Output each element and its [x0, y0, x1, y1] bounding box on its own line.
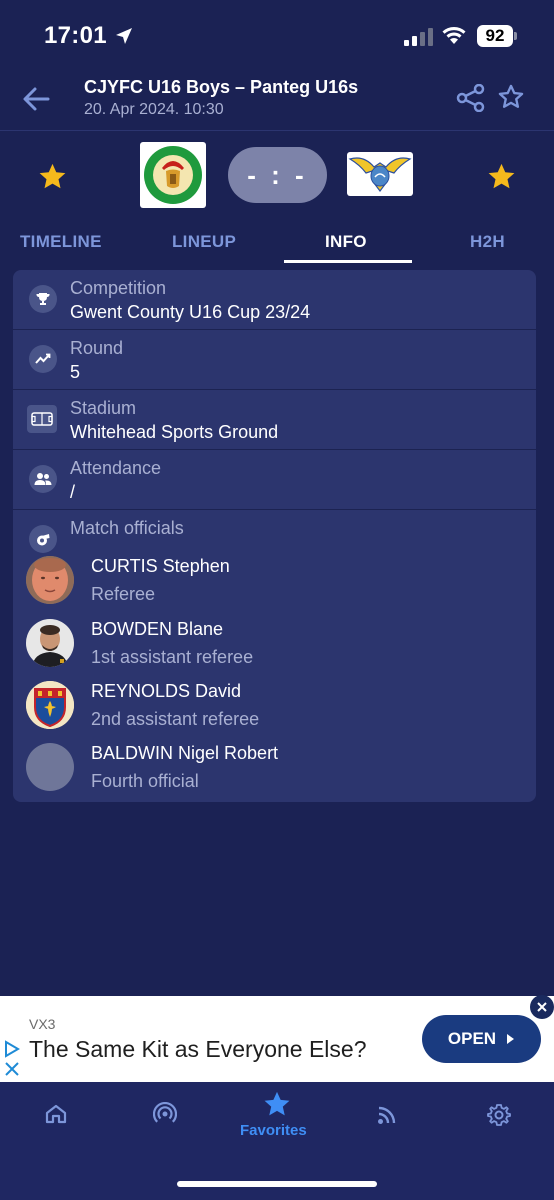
official-item[interactable]: CURTIS Stephen Referee [13, 556, 536, 618]
round-value: 5 [70, 362, 81, 382]
tab-lineup[interactable]: LINEUP [172, 232, 236, 252]
official-role: 1st assistant referee [91, 647, 254, 667]
official-role: 2nd assistant referee [91, 709, 260, 729]
official-avatar [26, 619, 74, 667]
away-team-favorite-star-icon[interactable] [486, 162, 517, 192]
trophy-icon [29, 285, 57, 313]
attendance-label: Attendance [70, 458, 162, 478]
ad-advertiser: VX3 [29, 1016, 56, 1032]
star-icon[interactable] [262, 1090, 292, 1119]
round-row: Round 5 [13, 330, 536, 390]
official-name: REYNOLDS David [91, 681, 242, 701]
feed-icon[interactable] [377, 1105, 397, 1125]
favorite-star-outline-icon[interactable] [497, 83, 525, 111]
attendance-value: / [70, 482, 76, 502]
score-display: - : - [228, 147, 327, 203]
round-label: Round [70, 338, 124, 358]
home-indicator [177, 1181, 377, 1187]
official-name: BALDWIN Nigel Robert [91, 743, 279, 763]
home-team-logo[interactable] [140, 142, 206, 208]
back-arrow-icon[interactable] [20, 84, 52, 114]
ad-open-button[interactable]: OPEN [422, 1015, 541, 1063]
officials-label: Match officials [70, 518, 184, 538]
stadium-row[interactable]: Stadium Whitehead Sports Ground [13, 390, 536, 450]
match-datetime: 20. Apr 2024. 10:30 [84, 101, 224, 118]
cellular-signal-icon [404, 28, 433, 46]
active-tab-indicator [284, 260, 412, 263]
home-icon[interactable] [45, 1104, 67, 1124]
location-arrow-icon [116, 28, 132, 44]
official-avatar [26, 556, 74, 604]
header-divider [0, 130, 554, 131]
tab-timeline[interactable]: TIMELINE [20, 232, 102, 252]
official-item[interactable]: BALDWIN Nigel Robert Fourth official [13, 743, 536, 802]
officials-header: Match officials [13, 510, 536, 553]
competition-label: Competition [70, 278, 167, 298]
nav-favorites-label[interactable]: Favorites [240, 1122, 307, 1139]
wifi-icon [442, 27, 466, 44]
tab-h2h[interactable]: H2H [470, 232, 505, 252]
official-name: CURTIS Stephen [91, 556, 230, 576]
official-name: BOWDEN Blane [91, 619, 224, 639]
ad-open-label: OPEN [447, 1029, 497, 1048]
home-team-favorite-star-icon[interactable] [37, 162, 68, 192]
ad-dismiss-x-icon[interactable] [5, 1062, 19, 1076]
competition-row[interactable]: Competition Gwent County U16 Cup 23/24 [13, 270, 536, 330]
away-team-logo[interactable] [347, 152, 413, 196]
share-icon[interactable] [456, 84, 486, 112]
stadium-icon [27, 405, 57, 433]
match-title: CJYFC U16 Boys – Panteg U16s [84, 77, 359, 97]
stadium-value: Whitehead Sports Ground [70, 422, 279, 442]
gear-icon[interactable] [487, 1103, 511, 1127]
status-time: 17:01 [44, 22, 107, 49]
match-info-card: Competition Gwent County U16 Cup 23/24 R… [13, 270, 536, 802]
battery-indicator: 92 [477, 25, 513, 47]
adchoices-icon[interactable] [4, 1040, 20, 1058]
ad-headline[interactable]: The Same Kit as Everyone Else? [29, 1036, 367, 1063]
tab-info[interactable]: INFO [325, 232, 367, 252]
home-crest-icon [144, 146, 202, 204]
people-icon [29, 465, 57, 493]
trend-icon [29, 345, 57, 373]
stadium-label: Stadium [70, 398, 137, 418]
official-avatar-placeholder [26, 743, 74, 791]
competition-value: Gwent County U16 Cup 23/24 [70, 302, 311, 322]
whistle-icon [29, 525, 57, 553]
official-item[interactable]: REYNOLDS David 2nd assistant referee [13, 681, 536, 743]
attendance-row: Attendance / [13, 450, 536, 510]
live-icon[interactable] [153, 1102, 177, 1126]
official-avatar [26, 681, 74, 729]
ad-close-icon[interactable] [530, 995, 554, 1019]
away-crest-icon [348, 157, 412, 192]
official-role: Referee [91, 584, 156, 604]
official-role: Fourth official [91, 771, 199, 791]
play-triangle-icon [507, 1034, 515, 1044]
official-item[interactable]: BOWDEN Blane 1st assistant referee [13, 619, 536, 681]
battery-nub [514, 32, 517, 40]
